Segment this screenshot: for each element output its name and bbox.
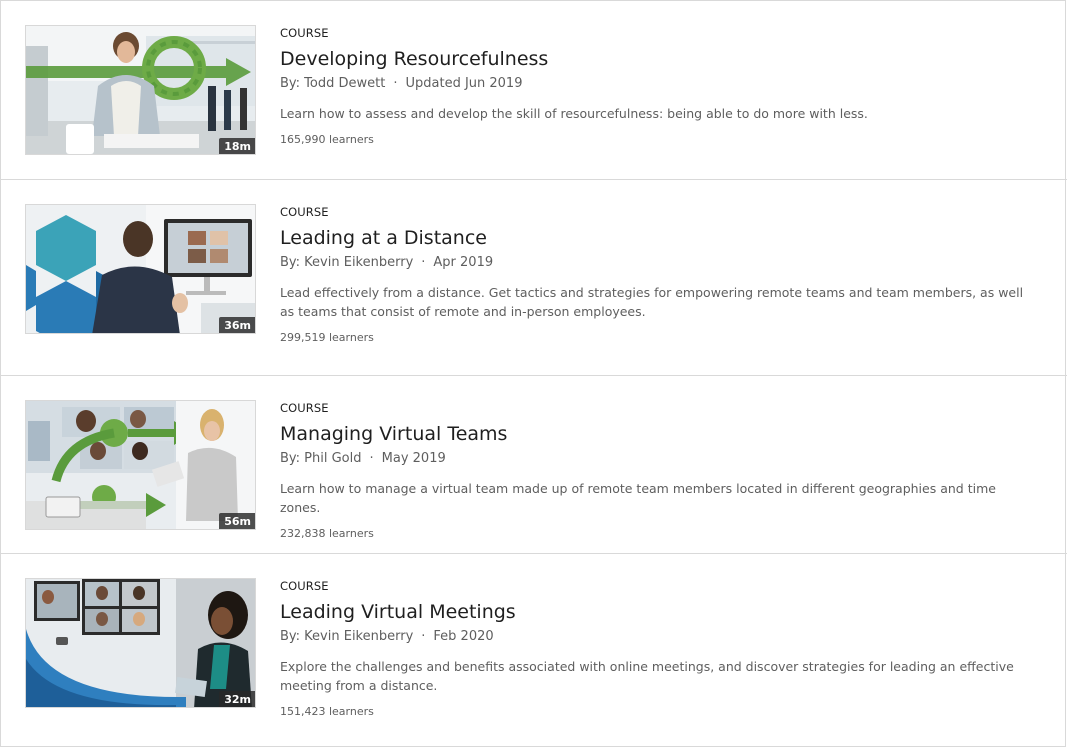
duration-badge: 18m: [219, 138, 255, 154]
course-meta: By: Todd Dewett · Updated Jun 2019: [280, 75, 1040, 93]
release-date: May 2019: [381, 451, 446, 466]
release-date: Feb 2020: [433, 629, 494, 644]
learner-count: 151,423 learners: [280, 705, 374, 718]
course-description: Explore the challenges and benefits asso…: [280, 659, 1014, 693]
learner-count: 299,519 learners: [280, 331, 374, 344]
course-meta: By: Phil Gold · May 2019: [280, 450, 1040, 468]
content-type-label: COURSE: [280, 579, 329, 593]
course-info: COURSE Leading Virtual Meetings By: Kevi…: [280, 578, 1040, 719]
content-type-label: COURSE: [280, 26, 329, 40]
author-link[interactable]: By: Kevin Eikenberry: [280, 629, 413, 644]
author-link[interactable]: By: Phil Gold: [280, 451, 362, 466]
course-title-link[interactable]: Leading at a Distance: [280, 226, 1040, 250]
thumbnail-image: [26, 579, 255, 707]
course-card[interactable]: 32m COURSE Leading Virtual Meetings By: …: [1, 553, 1067, 748]
meta-separator: ·: [421, 629, 426, 644]
release-date: Updated Jun 2019: [405, 76, 523, 91]
course-title-link[interactable]: Managing Virtual Teams: [280, 422, 1040, 446]
duration-badge: 36m: [219, 317, 255, 333]
course-card[interactable]: 18m COURSE Developing Resourcefulness By…: [1, 1, 1067, 179]
course-list: 18m COURSE Developing Resourcefulness By…: [0, 0, 1067, 748]
course-description: Learn how to assess and develop the skil…: [280, 106, 868, 121]
course-thumbnail[interactable]: 32m: [25, 578, 256, 708]
thumbnail-image: [26, 26, 255, 154]
course-description: Learn how to manage a virtual team made …: [280, 481, 996, 515]
content-type-label: COURSE: [280, 401, 329, 415]
author-link[interactable]: By: Kevin Eikenberry: [280, 255, 413, 270]
learner-count: 232,838 learners: [280, 527, 374, 540]
course-info: COURSE Leading at a Distance By: Kevin E…: [280, 204, 1040, 345]
course-title-link[interactable]: Leading Virtual Meetings: [280, 600, 1040, 624]
meta-separator: ·: [393, 76, 398, 91]
course-info: COURSE Developing Resourcefulness By: To…: [280, 25, 1040, 147]
course-info: COURSE Managing Virtual Teams By: Phil G…: [280, 400, 1040, 541]
author-link[interactable]: By: Todd Dewett: [280, 76, 385, 91]
content-type-label: COURSE: [280, 205, 329, 219]
learner-count: 165,990 learners: [280, 133, 374, 146]
course-meta: By: Kevin Eikenberry · Feb 2020: [280, 628, 1040, 646]
thumbnail-image: [26, 401, 255, 529]
meta-separator: ·: [421, 255, 426, 270]
course-thumbnail[interactable]: 36m: [25, 204, 256, 334]
duration-badge: 56m: [219, 513, 255, 529]
course-title-link[interactable]: Developing Resourcefulness: [280, 47, 1040, 71]
course-meta: By: Kevin Eikenberry · Apr 2019: [280, 254, 1040, 272]
course-thumbnail[interactable]: 18m: [25, 25, 256, 155]
thumbnail-image: [26, 205, 255, 333]
course-card[interactable]: 36m COURSE Leading at a Distance By: Kev…: [1, 179, 1067, 375]
duration-badge: 32m: [219, 691, 255, 707]
meta-separator: ·: [369, 451, 374, 466]
course-card[interactable]: 56m COURSE Managing Virtual Teams By: Ph…: [1, 375, 1067, 553]
course-thumbnail[interactable]: 56m: [25, 400, 256, 530]
course-description: Lead effectively from a distance. Get ta…: [280, 285, 1024, 319]
release-date: Apr 2019: [433, 255, 494, 270]
